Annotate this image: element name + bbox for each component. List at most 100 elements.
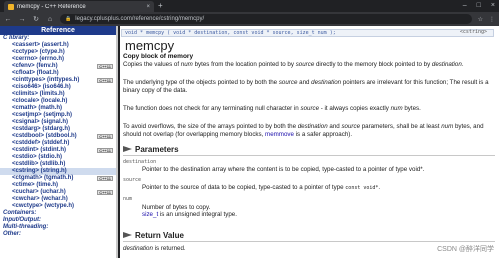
sidebar-section-input-output[interactable]: Input/Output: <box>0 217 116 224</box>
parameters-heading: Parameters <box>123 144 179 154</box>
maximize-button[interactable]: □ <box>477 0 481 11</box>
browser-tab-bar: memcpy - C++ Reference × + – □ × <box>0 0 499 12</box>
window-controls: – □ × <box>463 0 495 11</box>
sidebar-item[interactable]: <cerrno> (errno.h) <box>0 56 116 63</box>
sidebar-item[interactable]: <ctime> (time.h) <box>0 182 116 189</box>
param-destination-name: destination <box>123 159 157 165</box>
sidebar-item-label: <climits> (limits.h) <box>12 91 65 97</box>
section-arrow-icon <box>123 146 132 152</box>
sidebar-section-other[interactable]: Other: <box>0 231 116 238</box>
browser-tab[interactable]: memcpy - C++ Reference × <box>4 1 154 12</box>
memmove-link[interactable]: memmove <box>265 131 294 138</box>
param-source-desc: Pointer to the source of data to be copi… <box>142 184 381 191</box>
sidebar-item-label: <cstdio> (stdio.h) <box>12 154 63 160</box>
sidebar-item[interactable]: <cassert> (assert.h) <box>0 42 116 49</box>
sidebar-item-label: <cinttypes> (inttypes.h) <box>12 77 80 83</box>
sidebar-item[interactable]: <cwchar> (wchar.h) <box>0 196 116 203</box>
sidebar-item-label: <cstddef> (stddef.h) <box>12 140 70 146</box>
sidebar-item[interactable]: <cstddef> (stddef.h) <box>0 140 116 147</box>
sidebar-section-multi-threading[interactable]: Multi-threading: <box>0 224 116 231</box>
home-button[interactable]: ⌂ <box>46 16 54 23</box>
sidebar-item[interactable]: <cmath> (math.h) <box>0 105 116 112</box>
sidebar-item[interactable]: <cwctype> (wctype.h) <box>0 203 116 210</box>
signature-text: void * memcpy ( void * destination, cons… <box>125 30 336 36</box>
sidebar-item-label: <cwchar> (wchar.h) <box>12 196 68 202</box>
sidebar-item[interactable]: <cstdint> (stdint.h) C++11 <box>0 147 116 154</box>
sidebar-item[interactable]: <ctgmath> (tgmath.h) C++11 <box>0 175 116 182</box>
sidebar-item-label: <ctgmath> (tgmath.h) <box>12 175 74 181</box>
return-value-text: destination is returned. <box>123 245 186 252</box>
sidebar-item[interactable]: <clocale> (locale.h) <box>0 98 116 105</box>
sidebar-item-label: <cmath> (math.h) <box>12 105 63 111</box>
param-source-name: source <box>123 177 142 183</box>
sidebar-item[interactable]: <cfloat> (float.h) <box>0 70 116 77</box>
description-paragraph-4: To avoid overflows, the size of the arra… <box>123 123 484 138</box>
version-badge: C++11 <box>97 78 113 83</box>
sidebar-item[interactable]: <cinttypes> (inttypes.h) C++11 <box>0 77 116 84</box>
header-tag[interactable]: <cstring> <box>460 29 487 35</box>
function-signature: void * memcpy ( void * destination, cons… <box>121 29 494 37</box>
sidebar-item-label: <cfloat> (float.h) <box>12 70 59 76</box>
sidebar-item[interactable]: <cctype> (ctype.h) <box>0 49 116 56</box>
sidebar-item[interactable]: <climits> (limits.h) <box>0 91 116 98</box>
sidebar-item[interactable]: <ciso646> (iso646.h) <box>0 84 116 91</box>
sidebar-item[interactable]: <csetjmp> (setjmp.h) <box>0 112 116 119</box>
version-badge: C++11 <box>97 190 113 195</box>
sidebar-item-label: <ctime> (time.h) <box>12 182 59 188</box>
sidebar-item[interactable]: <cuchar> (uchar.h) C++11 <box>0 189 116 196</box>
minimize-button[interactable]: – <box>463 0 467 11</box>
back-button[interactable]: ← <box>4 16 12 23</box>
watermark: CSDN @醉洋同学 <box>437 246 494 253</box>
description-paragraph-3: The function does not check for any term… <box>123 105 421 112</box>
version-badge: C++11 <box>97 176 113 181</box>
sidebar-section-c-library[interactable]: C library: <box>0 35 116 42</box>
sidebar-item-label: <ciso646> (iso646.h) <box>12 84 71 90</box>
description-paragraph-1: Copies the values of num bytes from the … <box>123 61 464 68</box>
sidebar-item-label: <cstdbool> (stdbool.h) <box>12 133 77 139</box>
sidebar-item-label: <cwctype> (wctype.h) <box>12 203 75 209</box>
version-badge: C++11 <box>97 148 113 153</box>
address-bar: ← → ↻ ⌂ 🔒 legacy.cplusplus.com/reference… <box>0 12 499 26</box>
new-tab-button[interactable]: + <box>158 1 163 11</box>
close-tab-icon[interactable]: × <box>146 4 150 10</box>
close-window-button[interactable]: × <box>491 0 495 11</box>
url-field[interactable]: 🔒 legacy.cplusplus.com/reference/cstring… <box>60 14 472 24</box>
reference-sidebar: Reference C library: <cassert> (assert.h… <box>0 26 118 258</box>
url-text: legacy.cplusplus.com/reference/cstring/m… <box>75 16 205 22</box>
menu-icon[interactable]: ⋮ <box>489 16 495 23</box>
sidebar-item[interactable]: <cfenv> (fenv.h) C++11 <box>0 63 116 70</box>
sidebar-item[interactable]: <cstdio> (stdio.h) <box>0 154 116 161</box>
version-badge: C++11 <box>97 134 113 139</box>
sidebar-item-label: <cuchar> (uchar.h) <box>12 189 66 195</box>
sidebar-item-list: <cassert> (assert.h) <cctype> (ctype.h) <c… <box>0 42 116 210</box>
sidebar-section-containers[interactable]: Containers: <box>0 210 116 217</box>
sidebar-item[interactable]: <csignal> (signal.h) <box>0 119 116 126</box>
sidebar-item-label: <cstdint> (stdint.h) <box>12 147 66 153</box>
sidebar-item[interactable]: <cstring> (string.h) <box>0 168 116 175</box>
sidebar-item-label: <csetjmp> (setjmp.h) <box>12 112 73 118</box>
forward-button[interactable]: → <box>18 16 26 23</box>
sidebar-item[interactable]: <cstdarg> (stdarg.h) <box>0 126 116 133</box>
section-arrow-icon <box>123 232 132 238</box>
param-destination-desc: Pointer to the destination array where t… <box>142 166 425 173</box>
param-num-desc-2: size_t is an unsigned integral type. <box>142 211 237 218</box>
param-num-desc: Number of bytes to copy. <box>142 204 211 211</box>
function-summary: Copy block of memory <box>123 53 194 60</box>
return-value-title: Return Value <box>135 230 184 240</box>
sidebar-item-label: <cassert> (assert.h) <box>12 42 69 48</box>
sidebar-title[interactable]: Reference <box>0 26 116 35</box>
reload-button[interactable]: ↻ <box>32 15 40 23</box>
lock-icon: 🔒 <box>65 16 72 22</box>
size-t-link[interactable]: size_t <box>142 211 158 218</box>
sidebar-item-label: <cfenv> (fenv.h) <box>12 63 58 69</box>
sidebar-item[interactable]: <cstdbool> (stdbool.h) C++11 <box>0 133 116 140</box>
parameters-title: Parameters <box>135 144 179 154</box>
sidebar-item[interactable]: <cstdlib> (stdlib.h) <box>0 161 116 168</box>
sidebar-item-label: <cerrno> (errno.h) <box>12 56 65 62</box>
divider <box>123 241 495 242</box>
sidebar-item-label: <cstdarg> (stdarg.h) <box>12 126 71 132</box>
version-badge: C++11 <box>97 64 113 69</box>
bookmark-star-icon[interactable]: ☆ <box>478 16 483 23</box>
param-num-name: num <box>123 196 133 202</box>
main-content: void * memcpy ( void * destination, cons… <box>120 26 499 258</box>
